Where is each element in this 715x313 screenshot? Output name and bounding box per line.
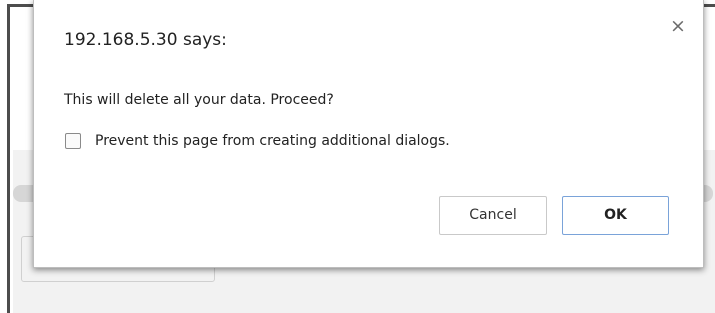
prevent-dialogs-checkbox[interactable] <box>65 133 81 149</box>
confirm-dialog: 192.168.5.30 says: × This will delete al… <box>33 0 704 268</box>
ok-button[interactable]: OK <box>562 196 669 235</box>
prevent-dialogs-label[interactable]: Prevent this page from creating addition… <box>95 133 450 149</box>
dialog-title: 192.168.5.30 says: <box>64 30 227 50</box>
cancel-button[interactable]: Cancel <box>439 196 547 235</box>
prevent-dialogs-option[interactable]: Prevent this page from creating addition… <box>65 131 450 151</box>
close-icon[interactable]: × <box>669 17 687 36</box>
dialog-message: This will delete all your data. Proceed? <box>64 92 334 108</box>
